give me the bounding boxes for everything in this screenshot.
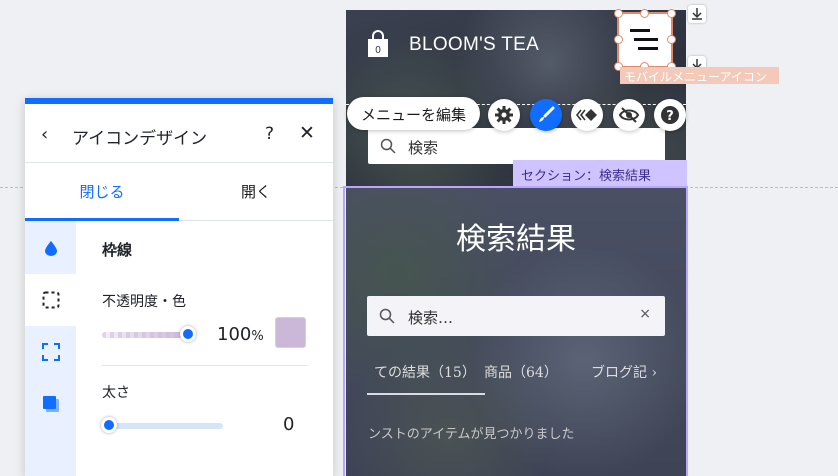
resize-handle[interactable] bbox=[614, 35, 623, 44]
hide-button[interactable] bbox=[613, 99, 645, 131]
brush-icon bbox=[539, 106, 555, 122]
header-search-box[interactable]: 検索 bbox=[368, 128, 665, 164]
sidebar-item-corners[interactable] bbox=[25, 326, 76, 378]
settings-button[interactable] bbox=[488, 99, 520, 131]
search-icon bbox=[380, 138, 396, 154]
help-button[interactable]: ? bbox=[654, 99, 686, 131]
edit-menu-button[interactable]: メニューを編集 bbox=[347, 97, 480, 130]
mobile-menu-icon-label[interactable]: モバイルメニューアイコン bbox=[620, 67, 779, 84]
opacity-slider[interactable] bbox=[102, 326, 196, 347]
close-icon[interactable]: ✕ bbox=[299, 122, 315, 144]
border-color-swatch[interactable] bbox=[275, 317, 306, 348]
resize-handle[interactable] bbox=[614, 9, 623, 18]
resize-handle[interactable] bbox=[640, 9, 649, 18]
hide-icon bbox=[619, 107, 639, 123]
mobile-menu-icon-selected[interactable] bbox=[614, 9, 676, 71]
panel-sidebar bbox=[25, 221, 76, 476]
svg-text:?: ? bbox=[666, 109, 674, 124]
hamburger-menu-icon bbox=[630, 29, 658, 50]
svg-text:0: 0 bbox=[375, 45, 381, 56]
section-label[interactable]: セクション：検索結果 bbox=[513, 160, 687, 186]
opacity-value[interactable]: 100% bbox=[217, 324, 264, 345]
resize-handle[interactable] bbox=[667, 35, 676, 44]
thickness-value[interactable]: 0 bbox=[283, 414, 294, 435]
sidebar-item-shadow[interactable] bbox=[25, 378, 76, 430]
sidebar-item-border[interactable] bbox=[25, 274, 76, 326]
section-heading-border: 枠線 bbox=[102, 241, 133, 259]
help-icon[interactable]: ? bbox=[265, 124, 274, 144]
shadow-icon bbox=[42, 396, 59, 412]
section-selection-frame bbox=[343, 186, 688, 476]
slider-knob[interactable] bbox=[180, 326, 196, 342]
thickness-label: 太さ bbox=[102, 385, 130, 401]
icon-design-panel: ‹ アイコンデザイン ? ✕ 閉じる 開く 枠線 不透明度・色 100% 太さ … bbox=[25, 98, 333, 476]
thickness-slider[interactable] bbox=[101, 417, 225, 438]
design-button[interactable] bbox=[530, 99, 562, 131]
animation-button[interactable] bbox=[571, 99, 603, 131]
border-dashed-icon bbox=[42, 291, 59, 309]
shopping-bag-icon[interactable]: 0 bbox=[366, 30, 390, 58]
panel-title: アイコンデザイン bbox=[72, 129, 208, 149]
corners-icon bbox=[41, 343, 60, 361]
divider bbox=[102, 365, 307, 366]
tab-open[interactable]: 開く bbox=[179, 162, 333, 220]
download-icon[interactable] bbox=[688, 5, 706, 23]
header-search-text: 検索 bbox=[408, 139, 439, 157]
sidebar-item-fill[interactable] bbox=[25, 222, 76, 274]
drop-icon bbox=[44, 241, 57, 256]
animation-icon bbox=[576, 109, 597, 121]
back-icon[interactable]: ‹ bbox=[41, 124, 48, 145]
tab-closed[interactable]: 閉じる bbox=[25, 162, 179, 220]
opacity-color-label: 不透明度・色 bbox=[102, 294, 186, 310]
site-brand-name[interactable]: BLOOM'S TEA bbox=[409, 34, 539, 56]
gear-icon bbox=[495, 106, 513, 124]
resize-handle[interactable] bbox=[667, 9, 676, 18]
help-icon: ? bbox=[661, 106, 679, 124]
slider-knob[interactable] bbox=[101, 417, 117, 433]
